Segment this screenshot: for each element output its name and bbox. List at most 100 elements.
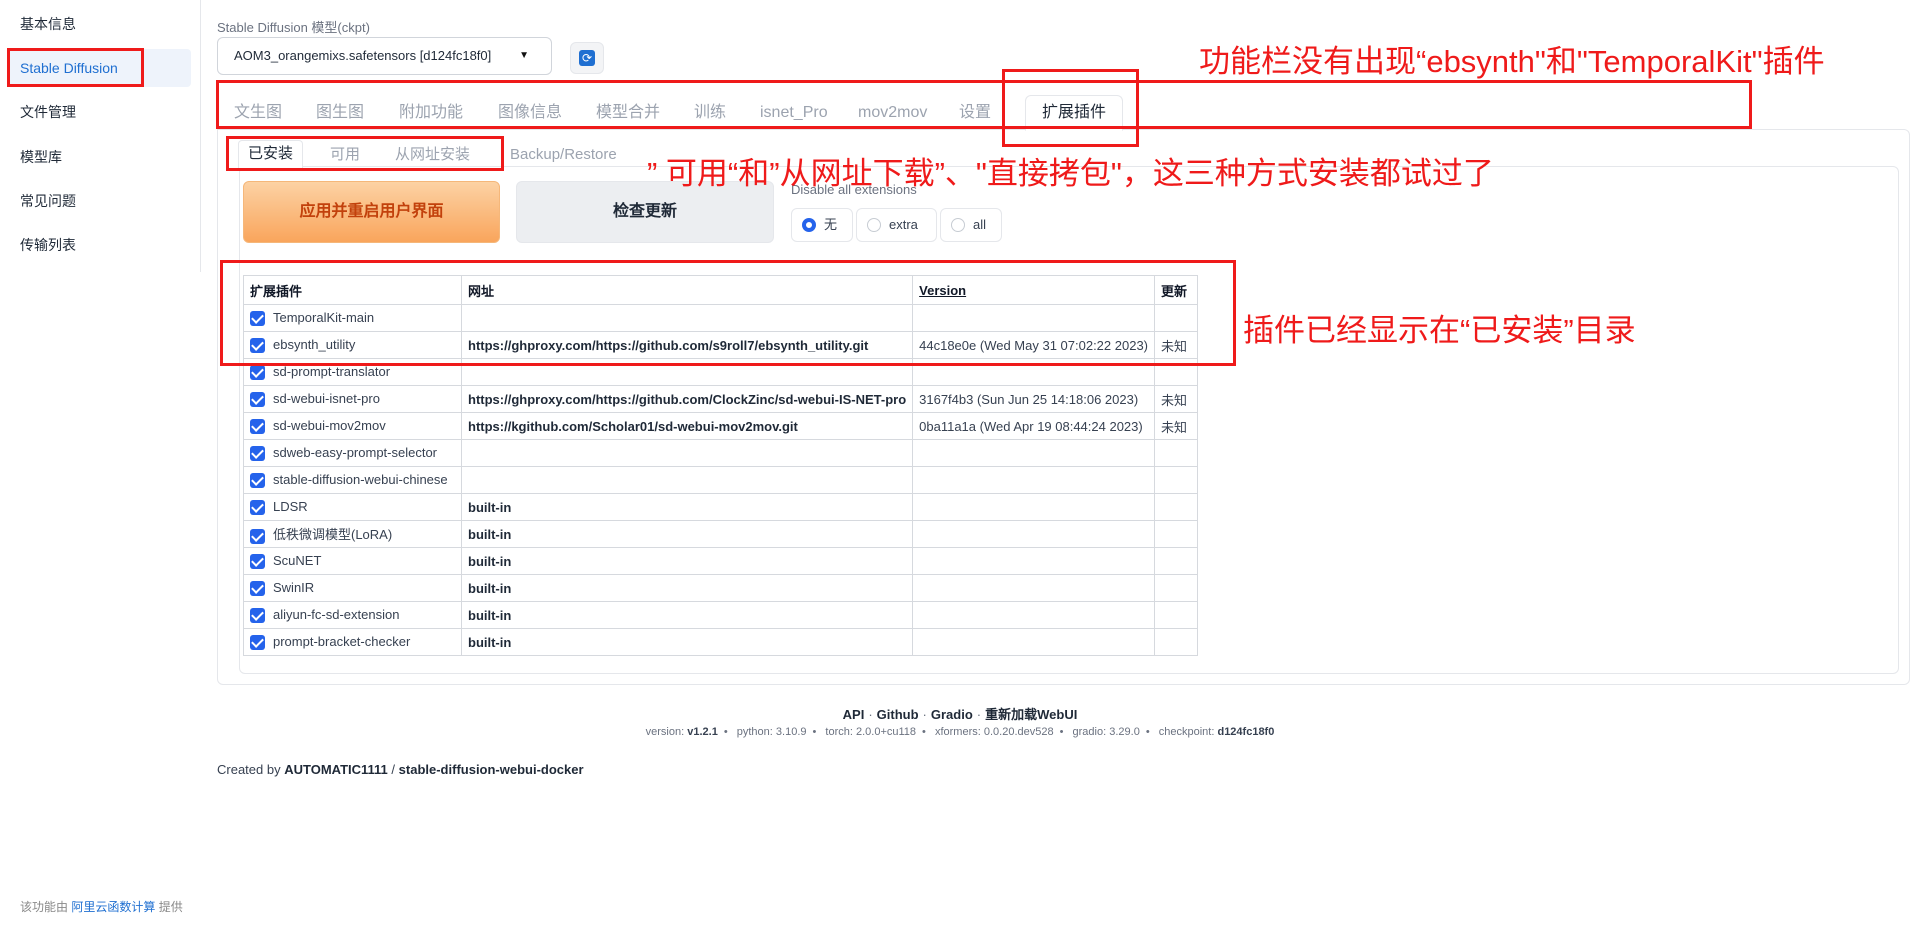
xformers-label: xformers: xyxy=(934,726,981,738)
table-row: SwinIR built-in xyxy=(243,574,1199,602)
sidebar-item-faq[interactable]: 常见问题 xyxy=(20,191,76,211)
radio-unchecked-icon xyxy=(867,218,881,232)
version-value: v1.2.1 xyxy=(687,726,718,738)
extension-name: SwinIR xyxy=(273,579,315,595)
extension-url: built-in xyxy=(460,493,914,521)
extension-url[interactable]: https://ghproxy.com/https://github.com/C… xyxy=(460,385,914,413)
extension-url xyxy=(460,466,914,494)
gradio-value: 3.29.0 xyxy=(1109,726,1140,738)
author-link[interactable]: AUTOMATIC1111 xyxy=(284,762,388,777)
extension-name-cell: LDSR xyxy=(243,493,462,521)
extension-url[interactable]: https://kgithub.com/Scholar01/sd-webui-m… xyxy=(460,412,914,440)
subtab-backup-restore[interactable]: Backup/Restore xyxy=(510,142,617,168)
github-link[interactable]: Github xyxy=(877,707,919,722)
enable-checkbox[interactable] xyxy=(250,608,265,624)
api-link[interactable]: API xyxy=(843,707,865,722)
annotation-box-tabs xyxy=(216,80,1752,129)
sidebar-footer-note: 该功能由 阿里云函数计算 提供 xyxy=(20,898,183,915)
extension-version xyxy=(912,466,1156,494)
enable-checkbox[interactable] xyxy=(250,500,265,516)
annotation-box-subtabs xyxy=(226,136,504,171)
extension-name-cell: sd-webui-isnet-pro xyxy=(243,385,462,413)
torch-label: torch: xyxy=(825,726,853,738)
enable-checkbox[interactable] xyxy=(250,473,265,489)
table-row: LDSR built-in xyxy=(243,493,1199,521)
torch-value: 2.0.0+cu118 xyxy=(856,726,917,738)
extension-url: built-in xyxy=(460,574,914,602)
radio-extra[interactable]: extra xyxy=(856,208,937,242)
checkpoint-label: checkpoint: xyxy=(1158,726,1215,738)
sidebar-item-file-management[interactable]: 文件管理 xyxy=(20,102,76,122)
repo-link[interactable]: stable-diffusion-webui-docker xyxy=(399,762,584,777)
table-row: ScuNET built-in xyxy=(243,547,1199,575)
annotation-box-table-rows xyxy=(220,260,1236,366)
annotation-install-note: ” 可用“和”从网址下载”、"直接拷包"，这三种方式安装都试过了 xyxy=(647,156,1494,191)
extension-name: ScuNET xyxy=(273,552,322,568)
enable-checkbox[interactable] xyxy=(250,528,265,544)
extension-name-cell: sdweb-easy-prompt-selector xyxy=(243,439,462,467)
footer-links: API · Github · Gradio · 重新加载WebUI xyxy=(842,707,1078,722)
extension-version xyxy=(912,493,1156,521)
checkpoint-value: d124fc18f0 xyxy=(1217,726,1275,738)
apply-and-restart-button[interactable]: 应用并重启用户界面 xyxy=(243,181,500,243)
table-row: aliyun-fc-sd-extension built-in xyxy=(243,601,1199,629)
extension-url: built-in xyxy=(460,520,914,548)
enable-checkbox[interactable] xyxy=(250,446,265,462)
radio-checked-icon xyxy=(802,218,816,232)
sidebar-item-basic-info[interactable]: 基本信息 xyxy=(20,14,76,34)
radio-none[interactable]: 无 xyxy=(791,208,853,242)
enable-checkbox[interactable] xyxy=(250,392,265,408)
extension-url: built-in xyxy=(460,628,914,656)
created-separator: / xyxy=(391,762,396,777)
extension-name: LDSR xyxy=(273,498,308,514)
reload-webui-link[interactable]: 重新加载WebUI xyxy=(985,707,1077,722)
extension-update-status xyxy=(1154,628,1199,656)
extension-name: sdweb-easy-prompt-selector xyxy=(273,444,438,460)
enable-checkbox[interactable] xyxy=(250,554,265,570)
radio-none-label: 无 xyxy=(824,217,838,232)
table-row: stable-diffusion-webui-chinese xyxy=(243,466,1199,494)
created-prefix: Created by xyxy=(217,762,281,777)
extension-name: sd-webui-isnet-pro xyxy=(273,390,380,406)
refresh-ckpt-button[interactable]: ⟳ xyxy=(570,42,604,74)
extension-name-cell: aliyun-fc-sd-extension xyxy=(243,601,462,629)
extension-url xyxy=(460,439,914,467)
extension-name: 低秩微调模型(LoRA) xyxy=(273,527,393,543)
radio-all-label: all xyxy=(973,217,987,232)
radio-all[interactable]: all xyxy=(940,208,1002,242)
table-row: prompt-bracket-checker built-in xyxy=(243,628,1199,656)
extension-update-status xyxy=(1154,439,1199,467)
extension-version xyxy=(912,574,1156,602)
table-row: 低秩微调模型(LoRA) built-in xyxy=(243,520,1199,548)
radio-unchecked-icon xyxy=(951,218,965,232)
table-row: sd-webui-isnet-pro https://ghproxy.com/ht… xyxy=(243,385,1199,413)
table-row: sd-webui-mov2mov https://kgithub.com/Scho… xyxy=(243,412,1199,440)
extension-update-status: 未知 xyxy=(1154,385,1199,413)
extension-name: sd-prompt-translator xyxy=(273,363,391,379)
sidebar-item-model-library[interactable]: 模型库 xyxy=(20,147,62,167)
chevron-down-icon: ▼ xyxy=(519,50,529,61)
extension-name: prompt-bracket-checker xyxy=(273,633,411,649)
table-row: sdweb-easy-prompt-selector xyxy=(243,439,1199,467)
python-label: python: xyxy=(736,726,773,738)
aliyun-fc-link[interactable]: 阿里云函数计算 xyxy=(71,900,155,914)
extension-url: built-in xyxy=(460,547,914,575)
sidebar-item-transfer-list[interactable]: 传输列表 xyxy=(20,235,76,255)
extension-update-status xyxy=(1154,520,1199,548)
enable-checkbox[interactable] xyxy=(250,581,265,597)
footer-versions: version: v1.2.1 • python: 3.10.9 • torch: … xyxy=(645,726,1275,738)
enable-checkbox[interactable] xyxy=(250,365,265,381)
ckpt-dropdown[interactable]: AOM3_orangemixs.safetensors [d124fc18f0]… xyxy=(217,37,552,75)
radio-extra-label: extra xyxy=(889,217,918,232)
gradio-link[interactable]: Gradio xyxy=(931,707,973,722)
enable-checkbox[interactable] xyxy=(250,635,265,651)
enable-checkbox[interactable] xyxy=(250,419,265,435)
extension-update-status: 未知 xyxy=(1154,412,1199,440)
sidebar: 基本信息 Stable Diffusion 文件管理 模型库 常见问题 传输列表 xyxy=(0,0,201,272)
extension-update-status xyxy=(1154,493,1199,521)
extension-name: stable-diffusion-webui-chinese xyxy=(273,471,448,487)
ckpt-label: Stable Diffusion 模型(ckpt) xyxy=(217,20,370,35)
annotation-box-sidebar xyxy=(7,48,144,87)
extension-version xyxy=(912,520,1156,548)
extension-name-cell: 低秩微调模型(LoRA) xyxy=(243,520,462,548)
